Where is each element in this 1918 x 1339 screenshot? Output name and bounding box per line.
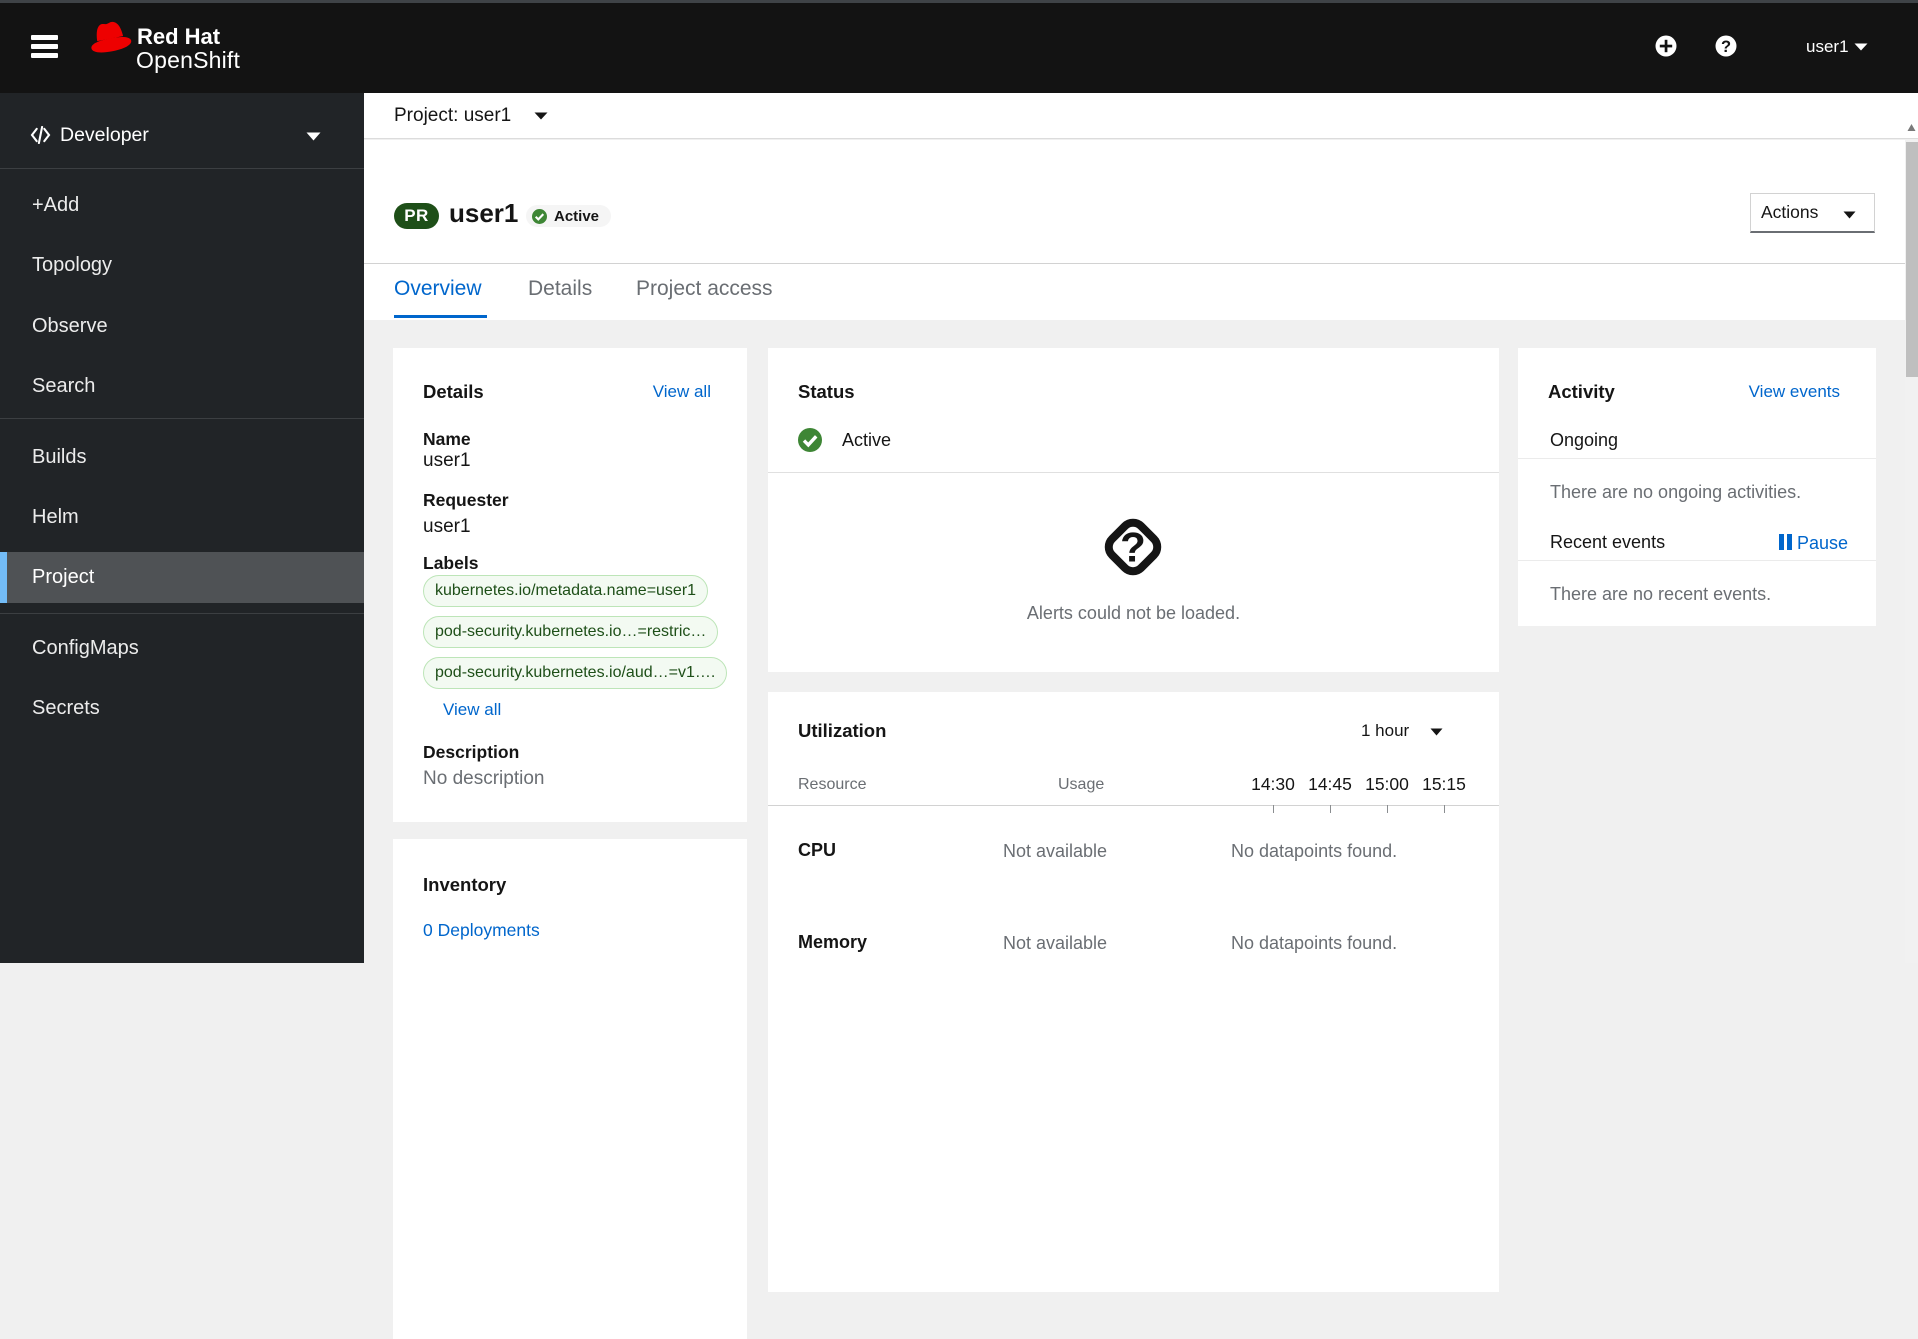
svg-text:?: ?	[1721, 38, 1731, 56]
svg-text:?: ?	[1120, 524, 1146, 571]
